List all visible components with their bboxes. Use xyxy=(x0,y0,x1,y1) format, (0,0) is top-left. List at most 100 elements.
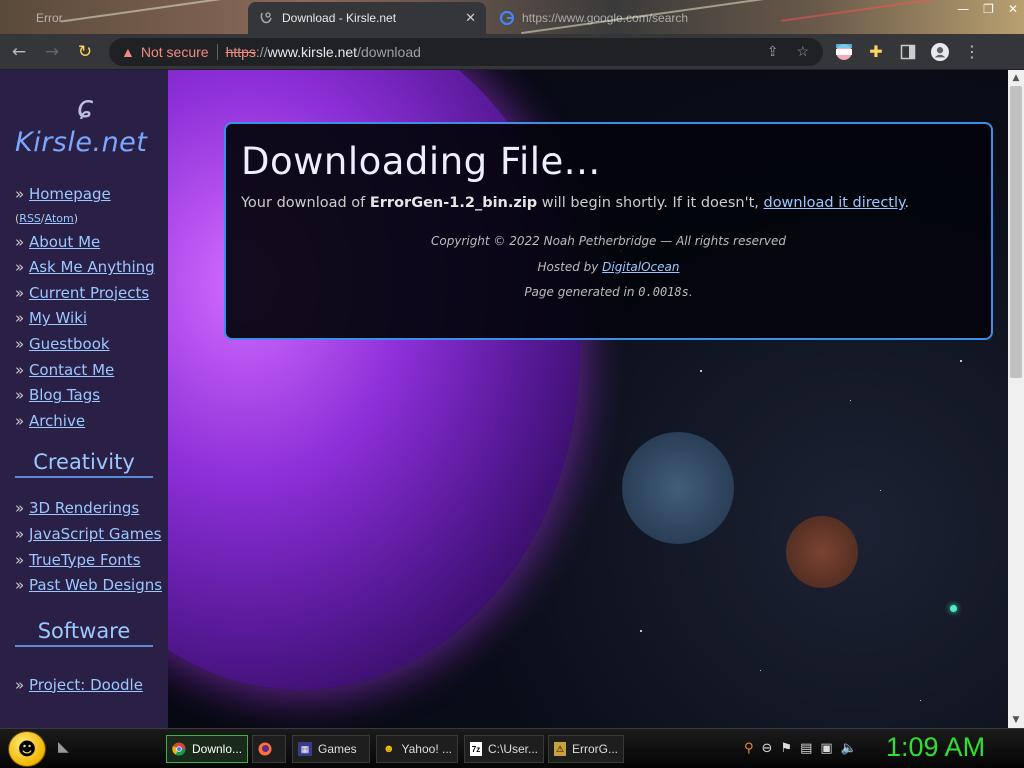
list-item: » TrueType Fonts xyxy=(15,550,141,569)
taskbar-item-label: Games xyxy=(318,742,357,756)
main-nav-list: » Homepage (RSS/Atom) » About Me » Ask M… xyxy=(15,182,168,434)
atom-link[interactable]: Atom xyxy=(45,212,74,225)
page-scrollbar[interactable]: ▲ ▼ xyxy=(1008,70,1024,728)
taskbar-item-label: Downlo... xyxy=(192,742,243,756)
profile-avatar-icon[interactable] xyxy=(931,42,949,61)
generated-time: 0.0018s xyxy=(638,285,689,299)
forward-icon[interactable]: → xyxy=(38,38,66,66)
orange-moon-background xyxy=(786,516,858,588)
nav-link-wiki[interactable]: My Wiki xyxy=(29,309,87,327)
hosted-prefix: Hosted by xyxy=(537,259,603,274)
scroll-thumb[interactable] xyxy=(1010,86,1022,378)
nav-link-about[interactable]: About Me xyxy=(29,233,100,251)
site-sidebar: ɕ Kirsle.net » Homepage (RSS/Atom) » Abo… xyxy=(0,70,168,728)
flag-extension-icon[interactable] xyxy=(835,43,853,61)
close-window-icon[interactable]: ✕ xyxy=(1008,2,1018,16)
nav-link-project-doodle[interactable]: Project: Doodle xyxy=(29,676,143,694)
nav-link-archive[interactable]: Archive xyxy=(29,412,85,430)
list-item: » JavaScript Games xyxy=(15,524,162,543)
nav-item-projects: » Current Projects xyxy=(15,283,150,302)
menu-dots-icon[interactable]: ⋮ xyxy=(963,42,981,61)
security-label[interactable]: Not secure xyxy=(141,44,209,60)
page-generated: Page generated in 0.0018s. xyxy=(241,280,976,306)
start-smiley-button[interactable]: ☻ xyxy=(8,731,46,767)
chrome-icon xyxy=(172,742,186,756)
tab-title: Download - Kirsle.net xyxy=(282,11,397,25)
taskbar-item-label: Yahoo! ... xyxy=(401,742,452,756)
copyright-text: Copyright © 2022 Noah Petherbridge — All… xyxy=(430,234,787,248)
share-icon[interactable]: ⇪ xyxy=(767,43,779,60)
msg-suffix: . xyxy=(904,195,910,211)
errorgen-icon: ⚠ xyxy=(554,742,566,756)
maximize-icon[interactable]: ❐ xyxy=(983,2,994,16)
search-icon[interactable]: ⚲ xyxy=(744,741,754,756)
rss-atom-links: (RSS/Atom) xyxy=(15,211,79,225)
url-host: www.kirsle.net xyxy=(267,43,358,60)
kirsle-logo-icon[interactable]: ɕ xyxy=(15,90,155,125)
nav-link-truetype-fonts[interactable]: TrueType Fonts xyxy=(29,551,141,569)
rss-link[interactable]: RSS xyxy=(19,212,41,225)
taskbar-item-errorgen[interactable]: ⚠ ErrorG... xyxy=(548,735,624,763)
nav-item-contact: » Contact Me xyxy=(15,360,115,379)
back-icon[interactable]: ← xyxy=(5,38,33,66)
yahoo-icon: ☻ xyxy=(382,743,395,755)
browser-toolbar: ← → ↻ ▲ Not secure https://www.kirsle.ne… xyxy=(0,34,1024,70)
nav-link-contact[interactable]: Contact Me xyxy=(29,361,114,379)
nav-link-past-designs[interactable]: Past Web Designs xyxy=(29,576,162,594)
google-icon xyxy=(500,10,514,26)
flag-icon[interactable]: ⚑ xyxy=(780,741,792,756)
software-heading: Software xyxy=(15,619,153,647)
site-logo-title[interactable]: Kirsle.net xyxy=(15,127,168,158)
games-icon: ▦ xyxy=(298,742,312,756)
scroll-down-icon[interactable]: ▼ xyxy=(1008,712,1024,728)
close-tab-icon[interactable]: ✕ xyxy=(465,10,476,26)
nav-link-ama[interactable]: Ask Me Anything xyxy=(29,258,155,276)
address-bar[interactable]: ▲ Not secure https://www.kirsle.net/down… xyxy=(109,37,823,66)
tab-error[interactable]: Error xyxy=(26,2,246,34)
device-icon[interactable]: ▣ xyxy=(820,741,832,756)
msg-middle: will begin shortly. If it doesn't, xyxy=(537,195,764,211)
tab-download[interactable]: Download - Kirsle.net ✕ xyxy=(248,2,486,34)
nav-link-js-games[interactable]: JavaScript Games xyxy=(29,525,161,543)
direct-download-link[interactable]: download it directly xyxy=(763,195,904,211)
volume-icon[interactable]: 🔈 xyxy=(841,741,857,756)
nav-item-blog-tags: » Blog Tags xyxy=(15,386,101,405)
reload-icon[interactable]: ↻ xyxy=(71,38,99,66)
nav-link-projects[interactable]: Current Projects xyxy=(29,284,149,302)
page-title: Downloading File... xyxy=(241,140,601,183)
nav-item-archive: » Archive xyxy=(15,411,86,430)
divider xyxy=(216,43,218,60)
network-icon[interactable]: ▤ xyxy=(800,741,812,756)
nav-link-homepage[interactable]: Homepage xyxy=(29,185,111,203)
quick-launch-icon[interactable]: ◣ xyxy=(58,739,69,755)
nav-link-3d-renderings[interactable]: 3D Renderings xyxy=(29,499,139,517)
status-circle-icon[interactable]: ⊖ xyxy=(762,741,773,756)
taskbar-item-chrome[interactable]: Downlo... xyxy=(166,735,248,763)
taskbar-item-firefox[interactable] xyxy=(252,735,286,763)
digitalocean-link[interactable]: DigitalOcean xyxy=(602,260,679,274)
list-item: » 3D Renderings xyxy=(15,499,140,518)
taskbar-item-label: C:\User... xyxy=(487,742,538,756)
bookmark-star-icon[interactable]: ☆ xyxy=(796,43,809,60)
nav-link-blog-tags[interactable]: Blog Tags xyxy=(29,386,100,404)
os-taskbar: ☻ ◣ Downlo... ▦ Games ☻ Yahoo! ... 7z C:… xyxy=(0,728,1024,768)
generated-suffix: . xyxy=(688,285,693,299)
taskbar-item-games[interactable]: ▦ Games xyxy=(292,735,370,763)
tab-title: Error xyxy=(36,11,63,25)
extensions-puzzle-icon[interactable]: ✚ xyxy=(867,42,885,61)
kirsle-favicon-icon xyxy=(258,10,274,26)
scroll-up-icon[interactable]: ▲ xyxy=(1008,70,1024,86)
window-controls: — ❐ ✕ xyxy=(957,2,1018,16)
taskbar-item-yahoo[interactable]: ☻ Yahoo! ... xyxy=(376,735,458,763)
taskbar-item-label: ErrorG... xyxy=(571,742,618,756)
creativity-list: » 3D Renderings » JavaScript Games » Tru… xyxy=(15,496,168,598)
green-star-background xyxy=(950,605,957,612)
nav-link-guestbook[interactable]: Guestbook xyxy=(29,335,110,353)
blue-moon-background xyxy=(622,432,734,544)
taskbar-clock[interactable]: 1:09 AM xyxy=(886,732,985,763)
taskbar-item-7zip[interactable]: 7z C:\User... xyxy=(464,735,544,763)
tab-google[interactable]: https://www.google.com/search xyxy=(490,2,690,34)
side-panel-icon[interactable] xyxy=(899,43,917,61)
smiley-icon: ☻ xyxy=(17,738,37,760)
minimize-icon[interactable]: — xyxy=(957,2,969,16)
